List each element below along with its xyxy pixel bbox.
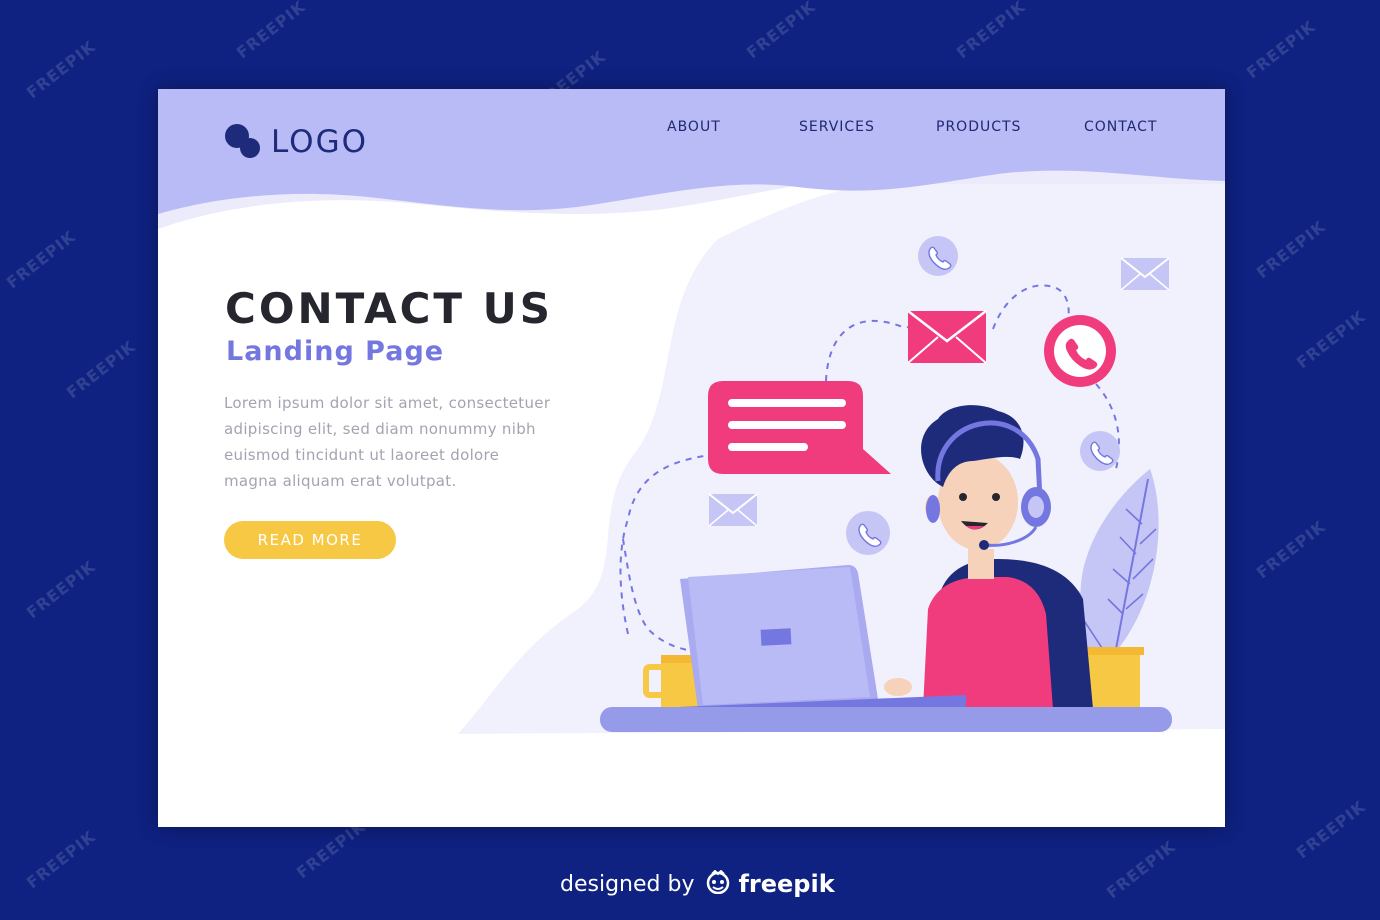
watermark: FREEPIK bbox=[2, 226, 80, 293]
watermark: FREEPIK bbox=[1252, 216, 1330, 283]
agent-head bbox=[921, 405, 1024, 579]
dashed-line bbox=[825, 319, 909, 382]
watermark: FREEPIK bbox=[22, 556, 100, 623]
watermark: FREEPIK bbox=[742, 0, 820, 63]
freepik-face-icon bbox=[704, 869, 732, 898]
watermark: FREEPIK bbox=[62, 336, 140, 403]
envelope-icon bbox=[907, 310, 987, 364]
phone-icon bbox=[1080, 431, 1120, 471]
watermark: FREEPIK bbox=[1292, 796, 1370, 863]
watermark: FREEPIK bbox=[952, 0, 1030, 63]
agent-hand bbox=[884, 678, 912, 696]
watermark: FREEPIK bbox=[1102, 836, 1180, 903]
dashed-line bbox=[622, 538, 691, 652]
phone-icon bbox=[846, 511, 890, 555]
watermark: FREEPIK bbox=[1292, 306, 1370, 373]
watermark: FREEPIK bbox=[22, 826, 100, 893]
watermark: FREEPIK bbox=[22, 36, 100, 103]
envelope-icon bbox=[708, 493, 758, 527]
footer-credit: designed by freepik bbox=[560, 869, 835, 898]
watermark: FREEPIK bbox=[232, 0, 310, 63]
freepik-brand[interactable]: freepik bbox=[738, 870, 834, 898]
envelope-icon bbox=[1120, 257, 1170, 291]
desk bbox=[600, 707, 1172, 732]
agent-body bbox=[923, 577, 1053, 709]
support-agent-illustration bbox=[600, 236, 1172, 732]
phone-icon bbox=[918, 236, 958, 276]
landing-page-card: LOGO ABOUT SERVICES PRODUCTS CONTACT CON… bbox=[158, 89, 1225, 827]
designed-by-text: designed by bbox=[560, 871, 695, 897]
phone-call-icon bbox=[1044, 315, 1116, 387]
watermark: FREEPIK bbox=[1242, 16, 1320, 83]
chat-bubble-icon bbox=[708, 381, 891, 474]
laptop-icon bbox=[678, 565, 966, 719]
watermark: FREEPIK bbox=[1252, 516, 1330, 583]
dashed-line bbox=[992, 284, 1070, 330]
